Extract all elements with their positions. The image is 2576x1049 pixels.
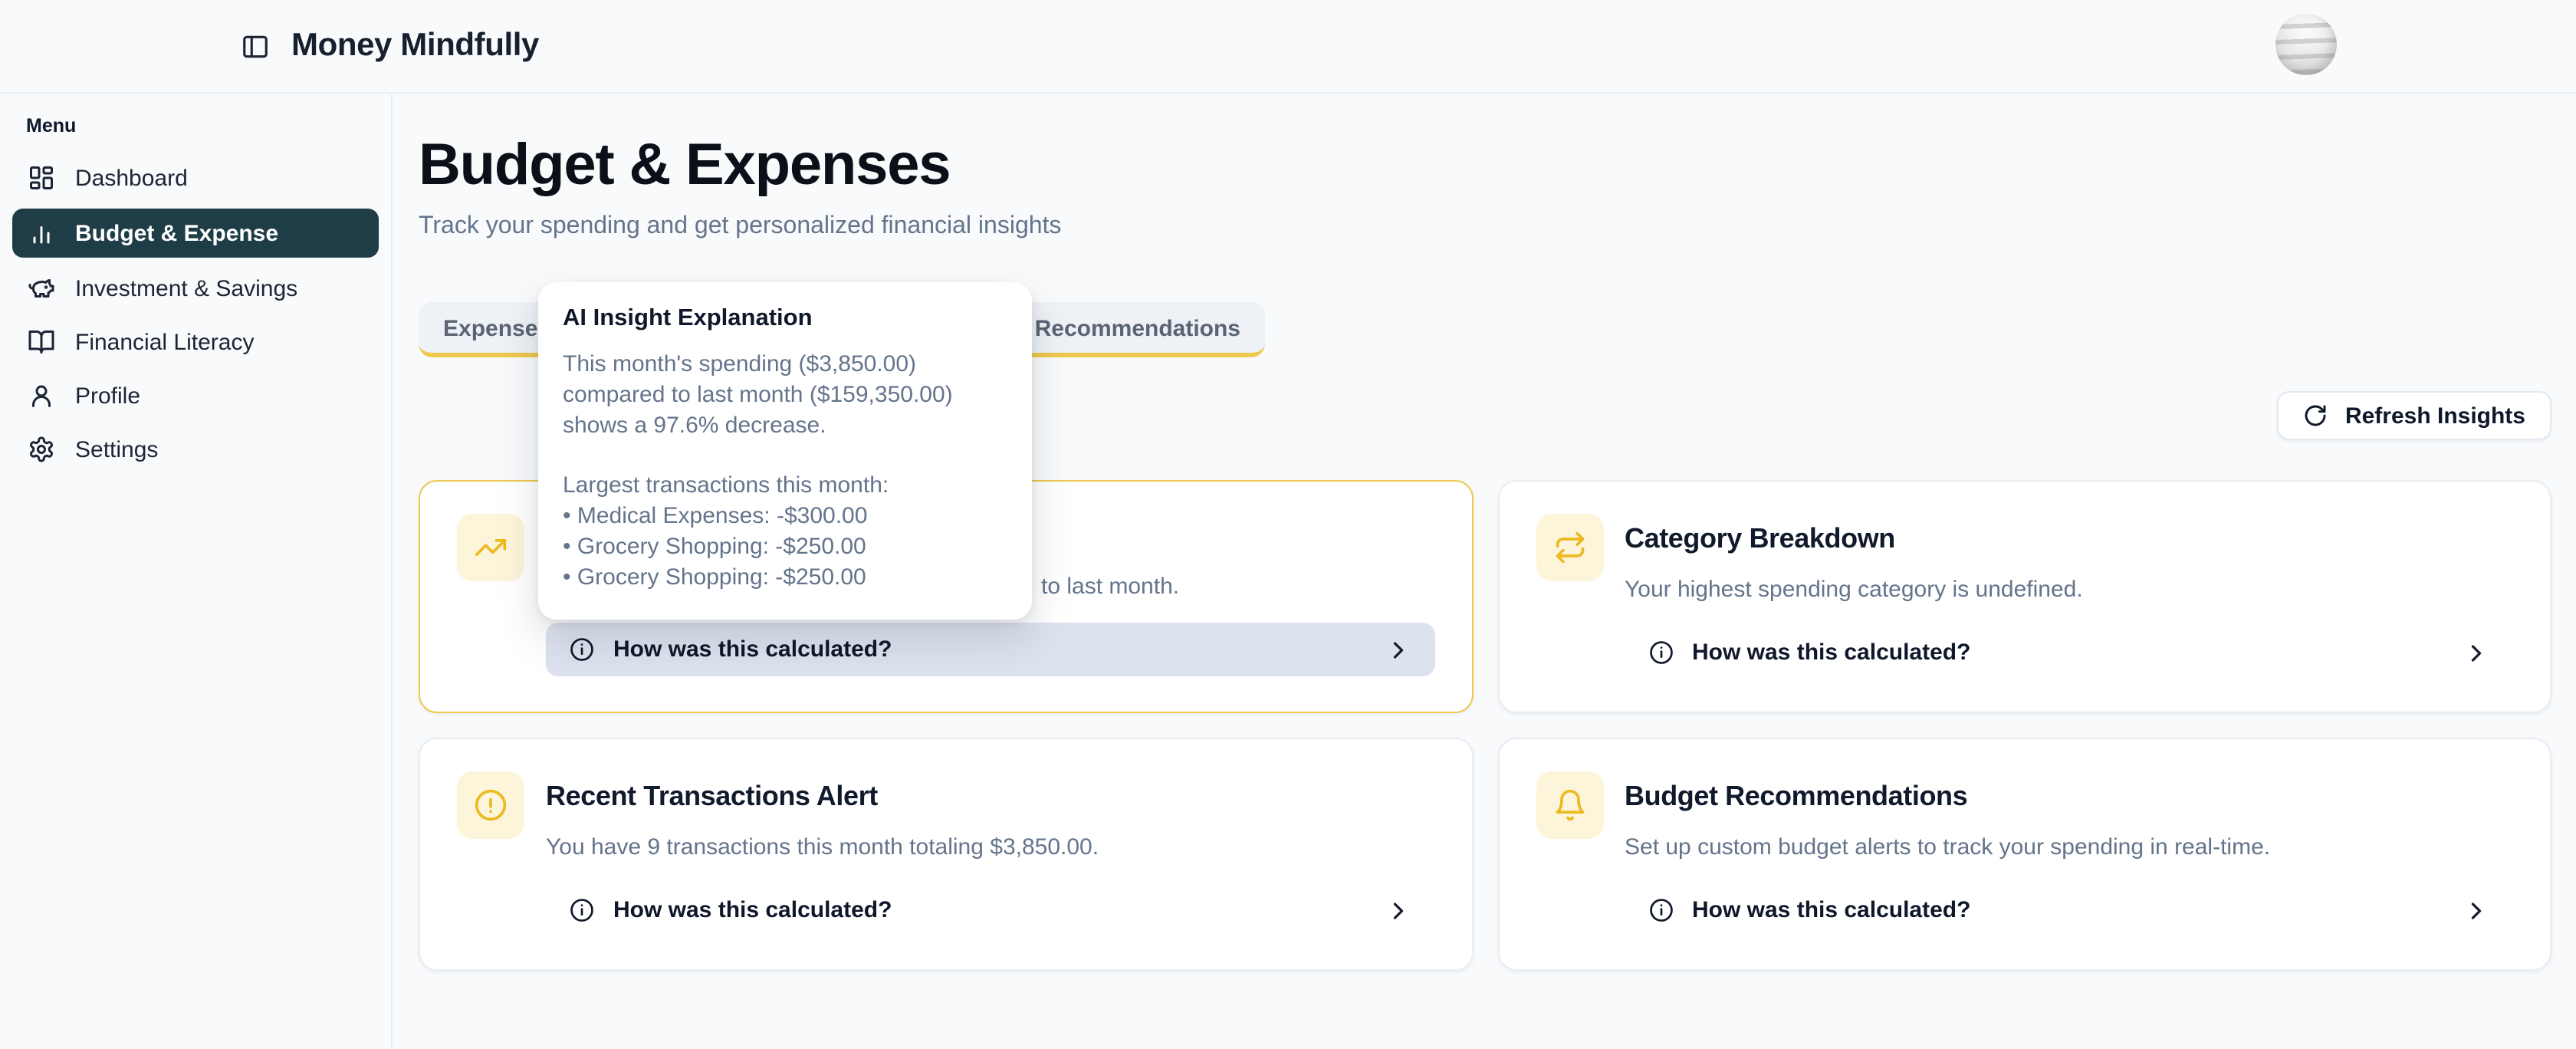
how-calculated-row[interactable]: How was this calculated?	[1625, 883, 2513, 937]
trending-up-icon	[457, 514, 524, 581]
chevron-right-icon	[1384, 636, 1411, 663]
refresh-insights-label: Refresh Insights	[2345, 403, 2525, 429]
sidebar-item-label: Dashboard	[75, 165, 188, 191]
page-title: Budget & Expenses	[419, 133, 2551, 198]
dashboard-icon	[28, 164, 55, 192]
chevron-right-icon	[1384, 896, 1411, 924]
chevron-right-icon	[2463, 639, 2490, 666]
how-calculated-row[interactable]: How was this calculated?	[546, 883, 1434, 937]
ai-insight-popover: AI Insight Explanation This month's spen…	[538, 282, 1032, 620]
card-body: Category Breakdown Your highest spending…	[1625, 514, 2513, 679]
bar-chart-icon	[28, 219, 55, 247]
card-category-breakdown: Category Breakdown Your highest spending…	[1497, 480, 2551, 713]
how-calculated-label: How was this calculated?	[613, 897, 892, 923]
repeat-icon	[1536, 514, 1603, 581]
card-body: Budget Recommendations Set up custom bud…	[1625, 771, 2513, 937]
refresh-icon	[2304, 403, 2328, 428]
info-icon	[1648, 640, 1674, 666]
sidebar-item-label: Financial Literacy	[75, 329, 254, 355]
user-icon	[28, 382, 55, 409]
sidebar-item-settings[interactable]: Settings	[12, 426, 379, 472]
how-calculated-row[interactable]: How was this calculated?	[546, 623, 1434, 676]
panel-left-icon	[240, 31, 269, 61]
chevron-right-icon	[2463, 896, 2490, 924]
alert-circle-icon	[457, 771, 524, 839]
sidebar-item-profile[interactable]: Profile	[12, 373, 379, 419]
sidebar-item-label: Profile	[75, 383, 140, 409]
sidebar-item-investment-savings[interactable]: Investment & Savings	[12, 265, 379, 311]
sidebar-toggle-button[interactable]	[235, 26, 274, 66]
card-body: Recent Transactions Alert You have 9 tra…	[546, 771, 1434, 937]
avatar[interactable]	[2275, 14, 2337, 75]
refresh-insights-button[interactable]: Refresh Insights	[2278, 391, 2551, 440]
sidebar-item-dashboard[interactable]: Dashboard	[12, 155, 379, 201]
sidebar-section-label: Menu	[26, 115, 391, 136]
info-icon	[1648, 897, 1674, 923]
how-calculated-row[interactable]: How was this calculated?	[1625, 626, 2513, 679]
bell-icon	[1536, 771, 1603, 839]
info-icon	[569, 636, 595, 663]
sidebar-item-financial-literacy[interactable]: Financial Literacy	[12, 319, 379, 365]
how-calculated-label: How was this calculated?	[1692, 897, 1970, 923]
popover-body: This month's spending ($3,850.00) compar…	[563, 350, 1007, 593]
gear-icon	[28, 436, 55, 463]
popover-title: AI Insight Explanation	[563, 305, 1007, 333]
card-title: Budget Recommendations	[1625, 781, 2513, 813]
card-text: Your highest spending category is undefi…	[1625, 577, 2513, 603]
card-title: Recent Transactions Alert	[546, 781, 1434, 813]
card-budget-recommendations: Budget Recommendations Set up custom bud…	[1497, 738, 2551, 971]
sidebar-item-budget-expense[interactable]: Budget & Expense	[12, 209, 379, 258]
card-title: Category Breakdown	[1625, 523, 2513, 555]
sidebar-item-label: Budget & Expense	[75, 220, 278, 246]
how-calculated-label: How was this calculated?	[613, 636, 892, 663]
sidebar-item-label: Investment & Savings	[75, 275, 297, 301]
info-icon	[569, 897, 595, 923]
card-recent-transactions: Recent Transactions Alert You have 9 tra…	[419, 738, 1473, 971]
book-open-icon	[28, 328, 55, 356]
page-subtitle: Track your spending and get personalized…	[419, 213, 2551, 241]
app-title: Money Mindfully	[291, 28, 539, 64]
card-text: You have 9 transactions this month total…	[546, 834, 1434, 860]
app-root: Money Mindfully Menu Dashboard Budget & …	[0, 0, 2576, 1049]
how-calculated-label: How was this calculated?	[1692, 640, 1970, 666]
piggy-bank-icon	[28, 275, 55, 302]
card-text: Set up custom budget alerts to track you…	[1625, 834, 2513, 860]
sidebar: Menu Dashboard Budget & Expense Investme…	[0, 94, 393, 1049]
top-header: Money Mindfully	[0, 0, 2576, 94]
sidebar-item-label: Settings	[75, 436, 158, 462]
sidebar-nav: Dashboard Budget & Expense Investment & …	[0, 155, 391, 472]
